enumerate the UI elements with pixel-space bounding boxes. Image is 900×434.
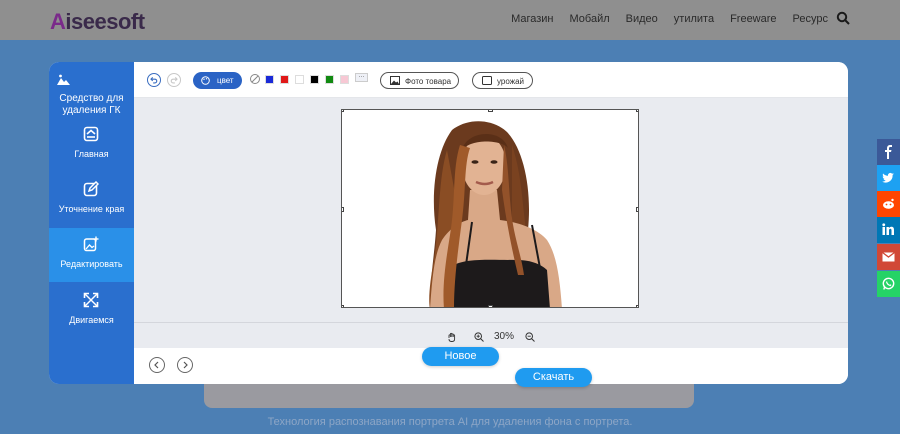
editor-canvas[interactable]	[134, 98, 848, 348]
editor-modal: Средство для удаления ГК Главная Уточнен…	[49, 62, 848, 384]
app-title: Средство для удаления ГК	[59, 93, 124, 116]
reddit-icon	[883, 198, 894, 209]
resize-handle[interactable]	[636, 110, 638, 112]
crop-icon	[482, 76, 492, 85]
facebook-icon	[885, 145, 892, 159]
twitter-icon	[882, 172, 894, 183]
swatch-white[interactable]	[295, 75, 304, 84]
swatch-pink[interactable]	[340, 75, 349, 84]
swatch-green[interactable]	[325, 75, 334, 84]
nav-freeware[interactable]: Freeware	[730, 13, 776, 25]
gmail-icon	[882, 251, 895, 262]
reddit-share[interactable]	[877, 191, 900, 217]
zoom-in-icon[interactable]	[474, 332, 484, 342]
color-label: цвет	[217, 76, 234, 85]
nav-video[interactable]: Видео	[626, 13, 658, 25]
zoom-level: 30%	[494, 331, 515, 342]
resize-handle[interactable]	[488, 110, 493, 112]
undo-icon[interactable]	[147, 73, 161, 87]
zoom-bar: 30%	[134, 322, 848, 347]
prev-button[interactable]	[149, 357, 165, 373]
chevron-left-icon	[154, 361, 159, 369]
twitter-share[interactable]	[877, 165, 900, 191]
redo-icon[interactable]	[167, 73, 181, 87]
app-image-icon	[57, 74, 70, 85]
whatsapp-share[interactable]	[877, 271, 900, 297]
image-preview[interactable]	[341, 109, 639, 308]
portrait-image	[429, 121, 562, 307]
background-tagline: Технология распознавания портрета AI для…	[267, 416, 633, 428]
sidebar-item-label: Главная	[74, 149, 109, 159]
logo-text: iseesoft	[65, 9, 145, 34]
hand-pan-icon[interactable]	[447, 332, 457, 342]
no-color-swatch[interactable]	[250, 74, 260, 84]
aiseesoft-logo[interactable]: Aiseesoft	[50, 9, 145, 35]
sidebar-item-label: Уточнение края	[58, 204, 125, 214]
sidebar-item-refine-edge[interactable]: Уточнение края	[49, 173, 134, 227]
resize-handle[interactable]	[342, 207, 344, 212]
nav-resource[interactable]: Ресурс	[793, 13, 828, 25]
product-photo-button[interactable]: Фото товара	[380, 72, 459, 89]
color-button[interactable]: цвет	[193, 72, 242, 89]
palette-icon	[201, 76, 210, 85]
facebook-share[interactable]	[877, 139, 900, 165]
move-icon	[83, 292, 99, 308]
photo-icon	[390, 76, 400, 85]
more-colors-button[interactable]: ...	[355, 72, 368, 82]
resize-handle[interactable]	[488, 305, 493, 307]
new-button[interactable]: Новое	[422, 347, 499, 366]
resize-handle[interactable]	[342, 305, 344, 307]
next-button[interactable]	[177, 357, 193, 373]
no-color-icon	[251, 75, 259, 83]
linkedin-icon	[882, 223, 894, 235]
edit-icon	[83, 181, 99, 197]
crop-label: урожай	[497, 77, 524, 86]
linkedin-share[interactable]	[877, 217, 900, 243]
chevron-right-icon	[183, 361, 188, 369]
editor-main: цвет ... Фото товара урожай 30%	[134, 62, 848, 384]
image-edit-icon	[83, 236, 99, 252]
swatch-red[interactable]	[280, 75, 289, 84]
gmail-share[interactable]	[877, 244, 900, 270]
sidebar-item-label: Двигаемся	[69, 315, 114, 325]
nav-utility[interactable]: утилита	[674, 13, 714, 25]
download-button[interactable]: Скачать	[515, 368, 592, 387]
crop-button[interactable]: урожай	[472, 72, 533, 89]
home-icon	[83, 126, 99, 142]
sidebar-item-move[interactable]: Двигаемся	[49, 284, 134, 338]
sidebar-item-edit[interactable]: Редактировать	[49, 228, 134, 282]
sidebar-item-home[interactable]: Главная	[49, 118, 134, 172]
product-photo-label: Фото товара	[405, 77, 452, 86]
sidebar-item-label: Редактировать	[60, 259, 123, 269]
swatch-blue[interactable]	[265, 75, 274, 84]
swatch-black[interactable]	[310, 75, 319, 84]
main-nav: Магазин Мобайл Видео утилита Freeware Ре…	[511, 13, 828, 25]
search-icon[interactable]	[836, 11, 850, 25]
logo-letter: A	[50, 9, 66, 34]
nav-store[interactable]: Магазин	[511, 13, 553, 25]
nav-mobile[interactable]: Мобайл	[570, 13, 610, 25]
resize-handle[interactable]	[342, 110, 344, 112]
sidebar: Средство для удаления ГК Главная Уточнен…	[49, 62, 134, 384]
resize-handle[interactable]	[636, 207, 638, 212]
editor-toolbar: цвет ... Фото товара урожай	[134, 62, 848, 98]
top-navigation: Aiseesoft Магазин Мобайл Видео утилита F…	[0, 0, 900, 40]
whatsapp-icon	[882, 277, 895, 290]
zoom-out-icon[interactable]	[525, 332, 535, 342]
resize-handle[interactable]	[636, 305, 638, 307]
